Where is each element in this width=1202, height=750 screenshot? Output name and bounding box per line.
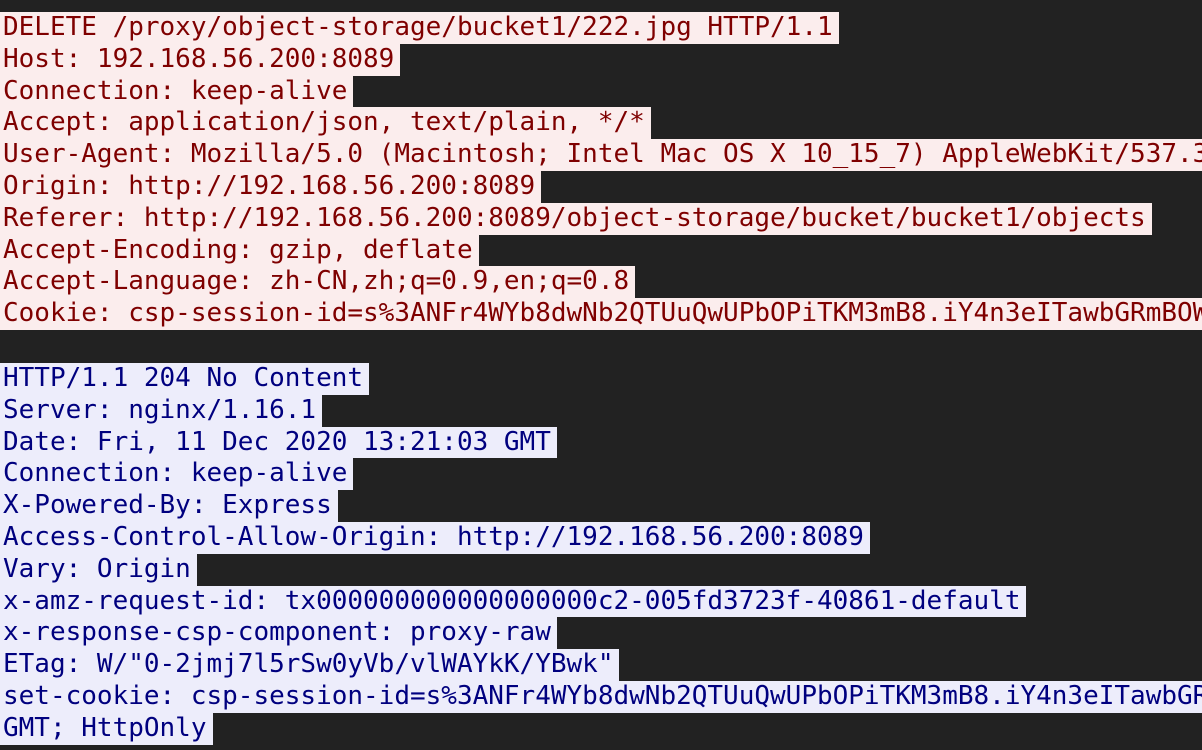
request-line-text: Referer: http://192.168.56.200:8089/obje… — [0, 202, 1152, 235]
request-line: Accept-Language: zh-CN,zh;q=0.9,en;q=0.8 — [0, 266, 1202, 299]
response-line: Vary: Origin — [0, 553, 1202, 586]
response-line: GMT; HttpOnly — [0, 712, 1202, 745]
response-line: Connection: keep-alive — [0, 458, 1202, 491]
response-line: Date: Fri, 11 Dec 2020 13:21:03 GMT — [0, 426, 1202, 459]
request-line-text: DELETE /proxy/object-storage/bucket1/222… — [0, 12, 839, 44]
request-line-text: Host: 192.168.56.200:8089 — [0, 43, 401, 76]
request-line-text: User-Agent: Mozilla/5.0 (Macintosh; Inte… — [0, 139, 1202, 171]
response-line-text: Access-Control-Allow-Origin: http://192.… — [0, 521, 870, 554]
response-line-text: X-Powered-By: Express — [0, 490, 338, 522]
request-line: DELETE /proxy/object-storage/bucket1/222… — [0, 12, 1202, 44]
request-line: Referer: http://192.168.56.200:8089/obje… — [0, 202, 1202, 235]
request-line-text: Connection: keep-alive — [0, 75, 354, 108]
response-line-text: HTTP/1.1 204 No Content — [0, 363, 370, 395]
response-line: X-Powered-By: Express — [0, 490, 1202, 522]
response-line-text: Server: nginx/1.16.1 — [0, 394, 323, 427]
request-block: DELETE /proxy/object-storage/bucket1/222… — [0, 12, 1202, 330]
response-block: HTTP/1.1 204 No Content Server: nginx/1.… — [0, 363, 1202, 745]
response-line-text: x-amz-request-id: tx000000000000000000c2… — [0, 585, 1027, 618]
request-line: Host: 192.168.56.200:8089 — [0, 43, 1202, 76]
http-stream-view[interactable]: DELETE /proxy/object-storage/bucket1/222… — [0, 0, 1202, 750]
response-line-text: Vary: Origin — [0, 553, 197, 586]
response-line-text: set-cookie: csp-session-id=s%3ANFr4WYb8d… — [0, 680, 1202, 713]
request-line-text: Accept-Encoding: gzip, deflate — [0, 234, 479, 267]
response-line: x-amz-request-id: tx000000000000000000c2… — [0, 585, 1202, 618]
request-line: Accept-Encoding: gzip, deflate — [0, 234, 1202, 267]
response-line: set-cookie: csp-session-id=s%3ANFr4WYb8d… — [0, 680, 1202, 713]
response-line: Access-Control-Allow-Origin: http://192.… — [0, 521, 1202, 554]
response-line-text: ETag: W/"0-2jmj7l5rSw0yVb/vlWAYkK/YBwk" — [0, 649, 620, 681]
response-line-text: Date: Fri, 11 Dec 2020 13:21:03 GMT — [0, 426, 557, 459]
request-line-text: Cookie: csp-session-id=s%3ANFr4WYb8dwNb2… — [0, 298, 1202, 330]
response-line: x-response-csp-component: proxy-raw — [0, 617, 1202, 650]
response-line-text: x-response-csp-component: proxy-raw — [0, 617, 557, 650]
response-line: HTTP/1.1 204 No Content — [0, 363, 1202, 395]
response-line: Server: nginx/1.16.1 — [0, 394, 1202, 427]
request-line: Cookie: csp-session-id=s%3ANFr4WYb8dwNb2… — [0, 298, 1202, 330]
request-line-text: Accept-Language: zh-CN,zh;q=0.9,en;q=0.8 — [0, 266, 636, 299]
request-line: Origin: http://192.168.56.200:8089 — [0, 170, 1202, 203]
request-line: Connection: keep-alive — [0, 75, 1202, 108]
response-line: ETag: W/"0-2jmj7l5rSw0yVb/vlWAYkK/YBwk" — [0, 649, 1202, 681]
response-line-text: Connection: keep-alive — [0, 458, 354, 491]
request-line-text: Accept: application/json, text/plain, */… — [0, 107, 651, 140]
request-line: Accept: application/json, text/plain, */… — [0, 107, 1202, 140]
response-line-text: GMT; HttpOnly — [0, 712, 213, 745]
request-line: User-Agent: Mozilla/5.0 (Macintosh; Inte… — [0, 139, 1202, 171]
request-line-text: Origin: http://192.168.56.200:8089 — [0, 170, 542, 203]
